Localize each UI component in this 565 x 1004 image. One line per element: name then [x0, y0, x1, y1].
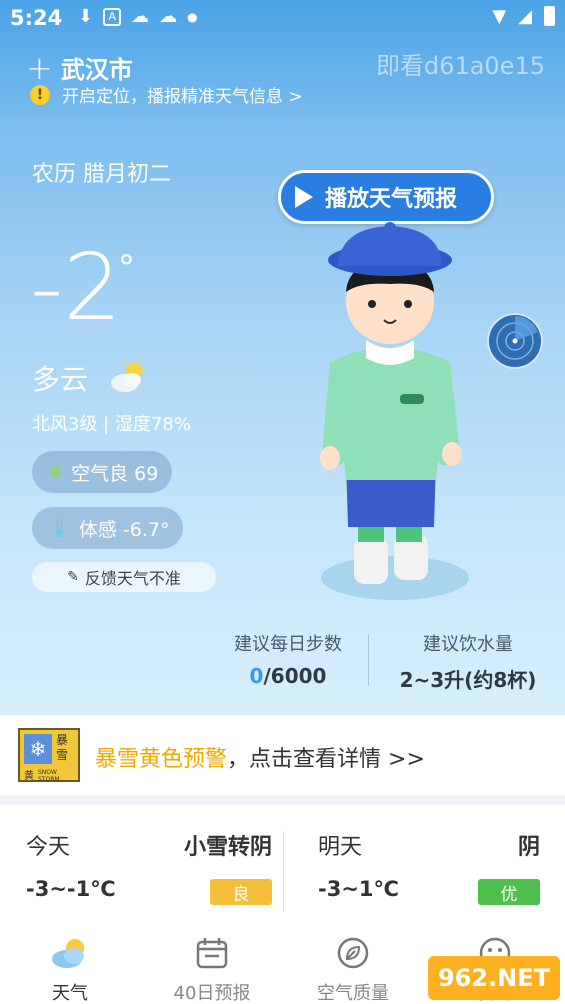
status-icons-left: ⬇ A ☁ ☁ ● [78, 6, 198, 28]
aqi-badge: 优 [478, 879, 540, 905]
play-forecast-button[interactable]: 播放天气预报 [278, 170, 494, 224]
leaf-icon [337, 937, 369, 969]
leaf-icon: ❦ [48, 461, 64, 483]
water-stat[interactable]: 建议饮水量 2~3升(约8杯) [378, 630, 558, 693]
steps-value: 0/6000 [218, 664, 358, 688]
cloud-sun-icon: ☁ [131, 6, 150, 27]
lunar-date: 农历 腊月初二 [32, 162, 171, 187]
battery-icon [544, 6, 555, 26]
water-label: 建议饮水量 [423, 634, 513, 655]
air-quality-text: 空气良 69 [71, 462, 159, 485]
two-day-forecast: 今天 小雪转阴 -3~-1℃ 良 明天 阴 -3~1℃ 优 [0, 805, 565, 923]
locate-text: 开启定位，播报精准天气信息 > [62, 87, 303, 107]
tab-label: 空气质量 [317, 983, 389, 1004]
forecast-temp: -3~-1℃ [26, 877, 116, 901]
signal-icon: ◢ [518, 6, 532, 27]
alert-level: 暴雪黄色预警 [95, 747, 228, 772]
tab-label: 40日预报 [173, 983, 251, 1004]
water-value: 2~3升(约8杯) [399, 668, 537, 692]
add-city-icon[interactable]: + [26, 52, 53, 84]
a-icon: A [103, 8, 122, 26]
partly-cloudy-icon [111, 359, 146, 392]
feedback-text: 反馈天气不准 [84, 569, 181, 588]
snowflake-icon: ❄ [24, 734, 52, 764]
avatar-character[interactable] [300, 222, 480, 606]
stats-divider [368, 634, 369, 686]
forecast-day: 明天 [318, 835, 363, 860]
steps-target: /6000 [263, 664, 327, 688]
snowstorm-warning-badge: ❄ 暴雪 黄 SNOW STORM [18, 728, 80, 783]
alert-text: 暴雪黄色预警，点击查看详情 >> [95, 741, 425, 773]
wifi-icon: ▼ [492, 6, 507, 27]
badge-top-text: 暴雪 [56, 733, 69, 762]
hero-panel: 5:24 ⬇ A ☁ ☁ ● ▼ ◢ + 武汉市 即看d61a0e15 ! 开启… [0, 0, 565, 715]
weather-condition: 多云 [32, 363, 89, 396]
badge-en-text: SNOW STORM [38, 769, 60, 783]
enable-location-link[interactable]: ! 开启定位，播报精准天气信息 > [30, 82, 303, 107]
status-time: 5:24 [10, 6, 63, 30]
watermark: 即看d61a0e15 [375, 52, 545, 80]
status-icons-right: ▼ ◢ [492, 6, 555, 27]
edit-icon: ✎ [67, 569, 79, 585]
aqi-badge: 良 [210, 879, 272, 905]
tab-air-quality[interactable]: 空气质量 [293, 933, 413, 1004]
weather-icon [52, 939, 84, 968]
tab-label: 天气 [52, 983, 88, 1004]
section-separator [0, 795, 565, 805]
badge-bottom-text: 黄 [24, 771, 34, 782]
current-temperature: -2 [30, 234, 122, 341]
dot-icon: ● [187, 10, 198, 24]
forecast-tomorrow[interactable]: 明天 阴 -3~1℃ 优 [318, 805, 540, 923]
alert-rest: ，点击查看详情 >> [227, 747, 425, 772]
status-bar: 5:24 ⬇ A ☁ ☁ ● ▼ ◢ [0, 0, 565, 38]
play-icon [295, 186, 313, 208]
cloud-icon: ☁ [159, 6, 178, 27]
feels-like-pill[interactable]: 🌡 体感 -6.7° [32, 507, 184, 549]
warning-icon: ! [30, 84, 50, 105]
tab-weather[interactable]: 天气 [10, 933, 130, 1004]
feedback-button[interactable]: ✎ 反馈天气不准 [32, 562, 216, 592]
site-logo: 962.NET [428, 956, 560, 1000]
wind-humidity: 北风3级 | 湿度78% [32, 414, 191, 435]
forecast-condition: 小雪转阴 [183, 835, 272, 860]
steps-stat[interactable]: 建议每日步数 0/6000 [218, 630, 358, 688]
thermometer-icon: 🌡 [48, 517, 71, 539]
download-icon: ⬇ [78, 6, 94, 27]
tab-40day[interactable]: 40日预报 [152, 933, 272, 1004]
forecast-temp: -3~1℃ [318, 877, 399, 901]
city-selector[interactable]: + 武汉市 [26, 50, 133, 85]
forecast-condition: 阴 [517, 835, 540, 860]
weather-alert-banner[interactable]: ❄ 暴雪 黄 SNOW STORM 暴雪黄色预警，点击查看详情 >> [0, 715, 565, 795]
forecast-today[interactable]: 今天 小雪转阴 -3~-1℃ 良 [26, 805, 286, 923]
steps-current: 0 [249, 664, 264, 688]
degree-symbol: ° [118, 248, 135, 288]
steps-label: 建议每日步数 [234, 634, 342, 655]
play-forecast-label: 播放天气预报 [325, 187, 458, 212]
health-stats: 建议每日步数 0/6000 建议饮水量 2~3升(约8杯) [218, 630, 558, 693]
forecast-day: 今天 [26, 835, 71, 860]
feels-like-text: 体感 -6.7° [78, 518, 170, 541]
radar-icon[interactable] [486, 312, 544, 370]
forecast-divider [283, 831, 284, 911]
city-name[interactable]: 武汉市 [61, 50, 133, 85]
air-quality-pill[interactable]: ❦ 空气良 69 [32, 451, 173, 493]
calendar-icon [196, 938, 228, 969]
